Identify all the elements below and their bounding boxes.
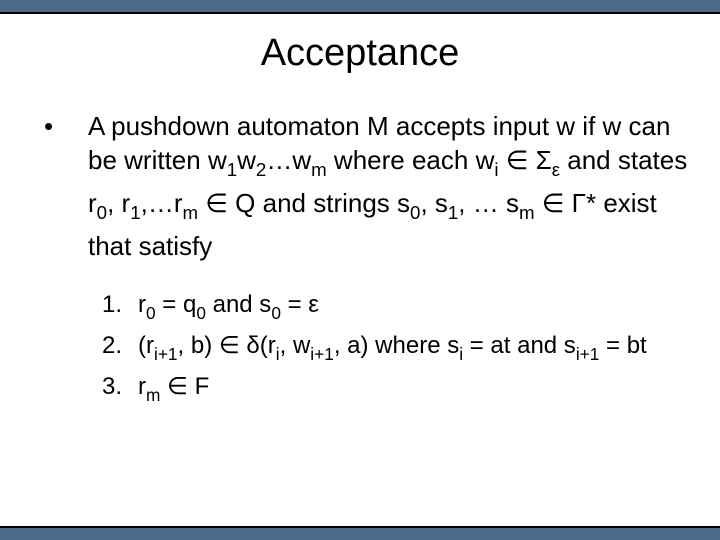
subscript: 1 [448,202,458,223]
subscript: 2 [256,159,266,180]
top-border-bar [0,0,720,14]
subscript: m [519,202,535,223]
text: where each w [327,145,495,175]
slide-title: Acceptance [0,32,720,75]
bottom-border-bar [0,526,720,540]
bullet-item: • A pushdown automaton M accepts input w… [44,109,692,263]
list-item: 2. (ri+1, b) ∈ δ(ri, wi+1, a) where si =… [102,330,692,369]
subscript: m [146,385,160,405]
subscript: 0 [97,202,107,223]
text: (r [138,332,154,359]
bullet-text: A pushdown automaton M accepts input w i… [88,109,692,263]
subscript: i [459,344,463,364]
text: ,…r [141,188,183,218]
subscript: m [311,159,327,180]
text: , … s [458,188,519,218]
subscript: i+1 [154,344,178,364]
text: r [138,291,146,318]
text: ∈ Σ [499,145,552,175]
text: , b) ∈ δ(r [178,332,276,359]
text: and s [206,291,271,318]
text: = q [156,291,197,318]
item-text: (ri+1, b) ∈ δ(ri, wi+1, a) where si = at… [138,330,692,369]
text: ∈ Q and strings s [198,188,410,218]
text: = ε [281,291,319,318]
item-marker: 2. [102,330,138,362]
subscript: 1 [227,159,237,180]
list-item: 1. r0 = q0 and s0 = ε [102,289,692,328]
text: …w [266,145,311,175]
text: w [237,145,256,175]
bullet-marker: • [44,109,88,143]
subscript: 0 [271,303,281,323]
text: , w [280,332,311,359]
text: r [138,373,146,400]
subscript: i [276,344,280,364]
slide: Acceptance • A pushdown automaton M acce… [0,0,720,540]
text: , r [107,188,130,218]
text: , s [420,188,447,218]
slide-content: • A pushdown automaton M accepts input w… [0,109,720,410]
item-marker: 3. [102,371,138,403]
subscript: i+1 [576,344,600,364]
subscript: 0 [146,303,156,323]
item-marker: 1. [102,289,138,321]
subscript: m [182,202,198,223]
text: ∈ F [160,373,209,400]
text: = at and s [463,332,576,359]
subscript: 1 [130,202,140,223]
subscript: 0 [196,303,206,323]
text: , a) where s [334,332,459,359]
item-text: r0 = q0 and s0 = ε [138,289,692,328]
list-item: 3. rm ∈ F [102,371,692,410]
subscript: i [494,159,498,180]
item-text: rm ∈ F [138,371,692,410]
text: = bt [599,332,646,359]
numbered-list: 1. r0 = q0 and s0 = ε 2. (ri+1, b) ∈ δ(r… [44,289,692,409]
subscript: ε [552,159,560,180]
subscript: 0 [410,202,420,223]
subscript: i+1 [310,344,334,364]
